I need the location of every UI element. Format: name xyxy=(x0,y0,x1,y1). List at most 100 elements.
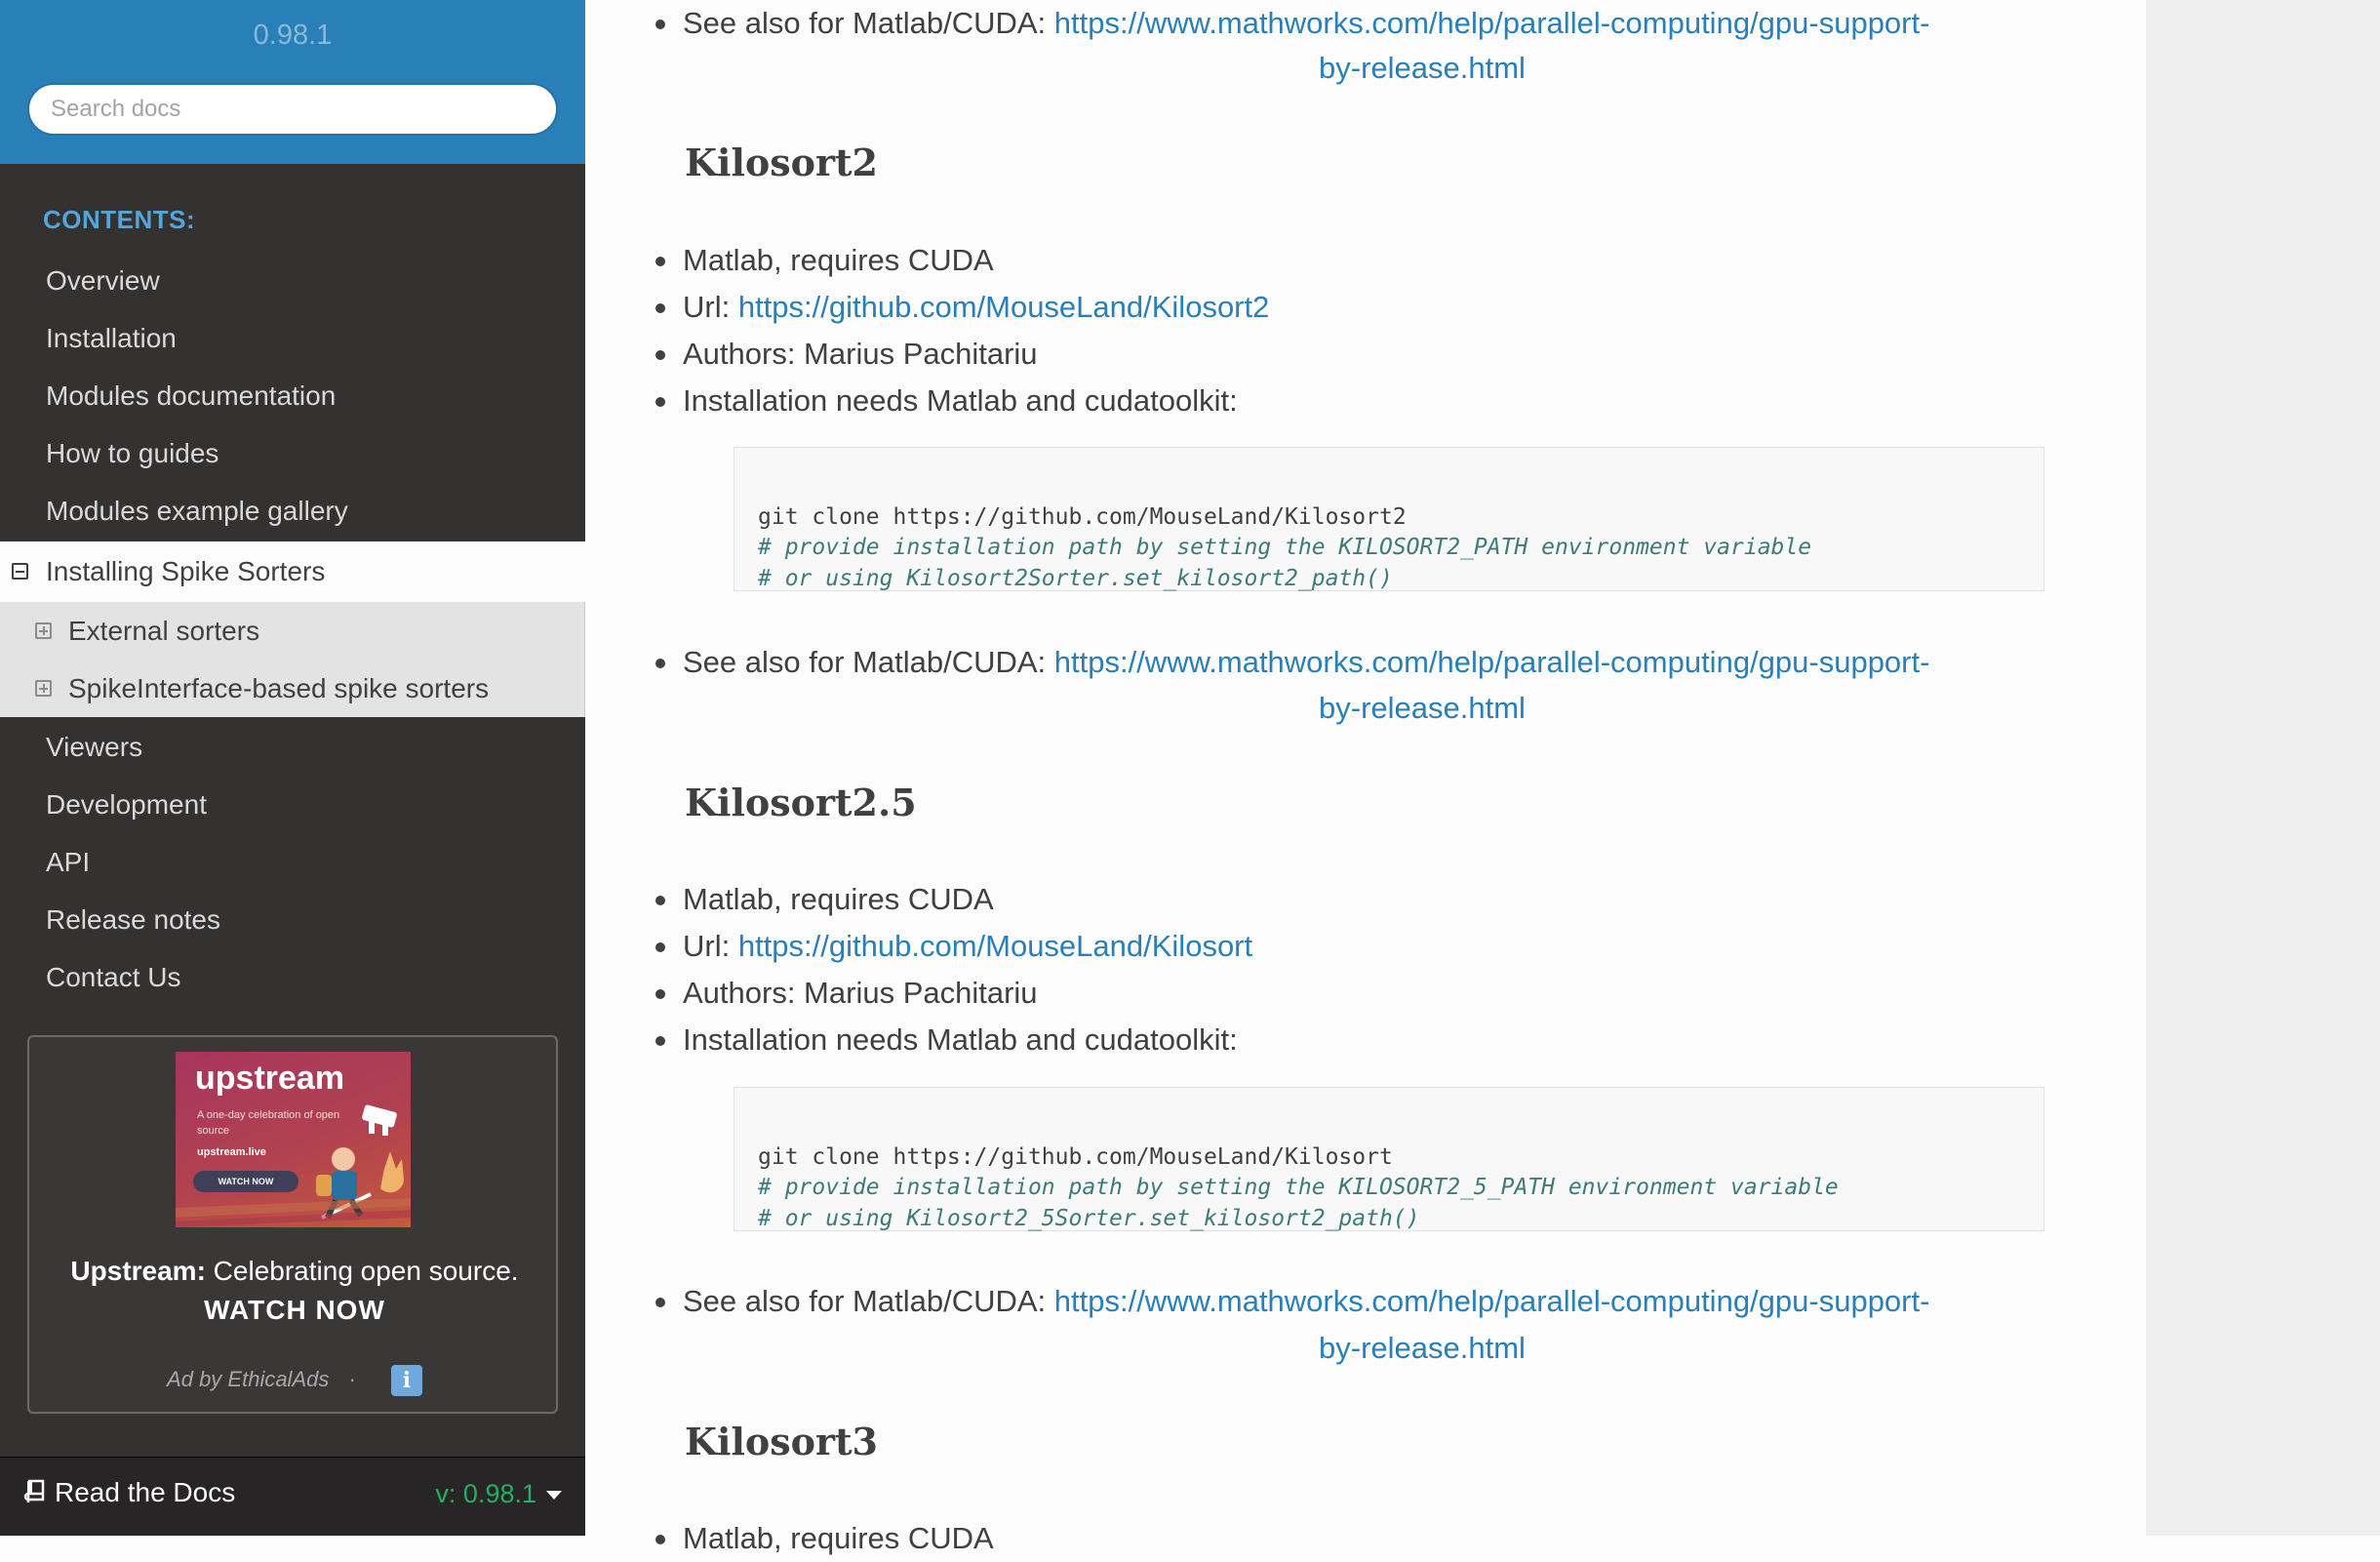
sidebar-item-installation[interactable]: Installation xyxy=(0,309,585,367)
kilosort-repo-link[interactable]: https://github.com/MouseLand/Kilosort xyxy=(738,929,1252,963)
ad-text[interactable]: Upstream: Celebrating open source. WATCH… xyxy=(29,1252,560,1330)
contents-caption: CONTENTS: xyxy=(43,205,196,234)
list-item: Matlab, requires CUDA xyxy=(655,876,994,923)
list-item: Authors: Marius Pachitariu xyxy=(655,331,1038,378)
sidebar-item-release-notes[interactable]: Release notes xyxy=(0,891,585,948)
mathworks-gpu-link-cont[interactable]: by-release.html xyxy=(1319,1325,1526,1372)
requirement-text: Matlab, requires CUDA xyxy=(683,243,994,277)
mathworks-gpu-link[interactable]: https://www.mathworks.com/help/parallel-… xyxy=(1054,1284,1930,1318)
rtd-label[interactable]: Read the Docs xyxy=(23,1477,235,1508)
sidebar-item-modules-documentation[interactable]: Modules documentation xyxy=(0,367,585,424)
ad-image[interactable]: upstream A one-day celebration of open s… xyxy=(176,1052,411,1227)
ad-by-ethicalads-link[interactable]: Ad by EthicalAds xyxy=(167,1367,329,1391)
bullet-icon xyxy=(655,942,665,952)
sidebar-item-label: External sorters xyxy=(68,616,260,646)
ad-url: upstream.live xyxy=(197,1146,266,1158)
bullet-icon xyxy=(655,1036,665,1046)
authors-text: Authors: Marius Pachitariu xyxy=(683,976,1038,1010)
code-comment: # provide installation path by setting t… xyxy=(758,535,1812,560)
ad-stripes-icon xyxy=(176,1198,411,1227)
list-item: See also for Matlab/CUDA: https://www.ma… xyxy=(655,0,1930,47)
mathworks-gpu-link-cont[interactable]: by-release.html xyxy=(1319,45,1526,92)
authors-text: Authors: Marius Pachitariu xyxy=(683,337,1038,371)
ad-text-body: Celebrating open source. xyxy=(205,1256,519,1286)
sidebar-item-installing-spike-sorters[interactable]: Installing Spike Sorters xyxy=(0,541,585,602)
install-text: Installation needs Matlab and cudatoolki… xyxy=(683,383,1238,418)
see-also-label: See also for Matlab/CUDA: xyxy=(683,6,1054,40)
section-heading-kilosort2: Kilosort2 xyxy=(685,140,878,184)
bullet-icon xyxy=(655,20,665,29)
docs-version: 0.98.1 xyxy=(253,20,333,51)
sidebar-item-label: SpikeInterface-based spike sorters xyxy=(68,673,490,703)
book-icon xyxy=(23,1479,45,1502)
list-item: Url: https://github.com/MouseLand/Kiloso… xyxy=(655,284,1270,331)
rtd-version-selector[interactable]: v: 0.98.1 xyxy=(435,1479,562,1509)
bullet-icon xyxy=(655,659,665,668)
ad-watch-pill: WATCH NOW xyxy=(193,1171,298,1192)
bullet-icon xyxy=(655,1535,665,1544)
code-comment: # or using Kilosort2_5Sorter.set_kilosor… xyxy=(758,1205,1420,1231)
expand-icon[interactable] xyxy=(35,680,52,697)
install-text: Installation needs Matlab and cudatoolki… xyxy=(683,1022,1238,1057)
section-heading-kilosort2-5: Kilosort2.5 xyxy=(685,781,917,824)
list-item: Matlab, requires CUDA xyxy=(655,237,994,284)
bullet-icon xyxy=(655,397,665,407)
section-heading-kilosort3: Kilosort3 xyxy=(685,1420,878,1463)
code-block[interactable]: git clone https://github.com/MouseLand/K… xyxy=(734,447,2044,591)
main-content: See also for Matlab/CUDA: https://www.ma… xyxy=(585,0,2146,1555)
url-label: Url: xyxy=(683,290,738,324)
kilosort2-repo-link[interactable]: https://github.com/MouseLand/Kilosort2 xyxy=(738,290,1270,324)
rtd-version-bar[interactable]: Read the Docs v: 0.98.1 xyxy=(0,1457,585,1536)
ad-text-bold: Upstream: xyxy=(70,1256,206,1286)
expand-icon[interactable] xyxy=(35,622,52,639)
ad-cta[interactable]: WATCH NOW xyxy=(204,1295,385,1325)
sidebar: 0.98.1 CONTENTS: Overview Installation M… xyxy=(0,0,585,1536)
list-item: Matlab, requires CUDA xyxy=(655,1515,994,1562)
mathworks-gpu-link[interactable]: https://www.mathworks.com/help/parallel-… xyxy=(1054,645,1930,679)
sidebar-item-spikeinterface-based-sorters[interactable]: SpikeInterface-based spike sorters xyxy=(0,660,585,717)
bullet-icon xyxy=(655,1298,665,1307)
sidebar-item-development[interactable]: Development xyxy=(0,776,585,833)
code-line: git clone https://github.com/MouseLand/K… xyxy=(758,1143,1393,1170)
sidebar-item-overview[interactable]: Overview xyxy=(0,252,585,309)
ad-footer: Ad by EthicalAds · i xyxy=(29,1365,560,1396)
code-comment: # provide installation path by setting t… xyxy=(758,1175,1839,1200)
requirement-text: Matlab, requires CUDA xyxy=(683,1521,994,1555)
caret-down-icon xyxy=(546,1491,562,1501)
mathworks-gpu-link-cont[interactable]: by-release.html xyxy=(1319,685,1526,732)
sidebar-item-contact-us[interactable]: Contact Us xyxy=(0,948,585,1006)
search-input[interactable] xyxy=(27,83,558,136)
url-label: Url: xyxy=(683,929,738,963)
see-also-label: See also for Matlab/CUDA: xyxy=(683,1284,1054,1318)
rtd-version-text: v: 0.98.1 xyxy=(435,1479,536,1508)
sidebar-header: 0.98.1 xyxy=(0,0,585,164)
code-comment: # or using Kilosort2Sorter.set_kilosort2… xyxy=(758,565,1393,591)
code-line: git clone https://github.com/MouseLand/K… xyxy=(758,503,1407,530)
sidebar-item-api[interactable]: API xyxy=(0,833,585,891)
ad-separator: · xyxy=(348,1366,356,1391)
code-block[interactable]: git clone https://github.com/MouseLand/K… xyxy=(734,1087,2044,1231)
list-item: See also for Matlab/CUDA: https://www.ma… xyxy=(655,639,1930,686)
see-also-label: See also for Matlab/CUDA: xyxy=(683,645,1054,679)
bullet-icon xyxy=(655,350,665,360)
collapse-icon[interactable] xyxy=(12,563,28,580)
rtd-label-text: Read the Docs xyxy=(55,1477,236,1507)
list-item: Installation needs Matlab and cudatoolki… xyxy=(655,1017,1238,1063)
right-gutter xyxy=(2146,0,2380,1536)
ethicalads-box: upstream A one-day celebration of open s… xyxy=(27,1035,558,1414)
bullet-icon xyxy=(655,257,665,266)
sidebar-item-external-sorters[interactable]: External sorters xyxy=(0,602,585,660)
info-icon[interactable]: i xyxy=(390,1365,422,1396)
bullet-icon xyxy=(655,989,665,999)
bullet-icon xyxy=(655,303,665,313)
list-item: Installation needs Matlab and cudatoolki… xyxy=(655,378,1238,424)
sidebar-item-viewers[interactable]: Viewers xyxy=(0,718,585,776)
mathworks-gpu-link[interactable]: https://www.mathworks.com/help/parallel-… xyxy=(1054,6,1930,40)
sidebar-item-how-to-guides[interactable]: How to guides xyxy=(0,424,585,482)
bullet-icon xyxy=(655,896,665,905)
sidebar-item-label: Installing Spike Sorters xyxy=(46,556,326,586)
sidebar-item-modules-example-gallery[interactable]: Modules example gallery xyxy=(0,482,585,540)
list-item: Authors: Marius Pachitariu xyxy=(655,970,1038,1017)
requirement-text: Matlab, requires CUDA xyxy=(683,882,994,916)
list-item: See also for Matlab/CUDA: https://www.ma… xyxy=(655,1278,1930,1325)
